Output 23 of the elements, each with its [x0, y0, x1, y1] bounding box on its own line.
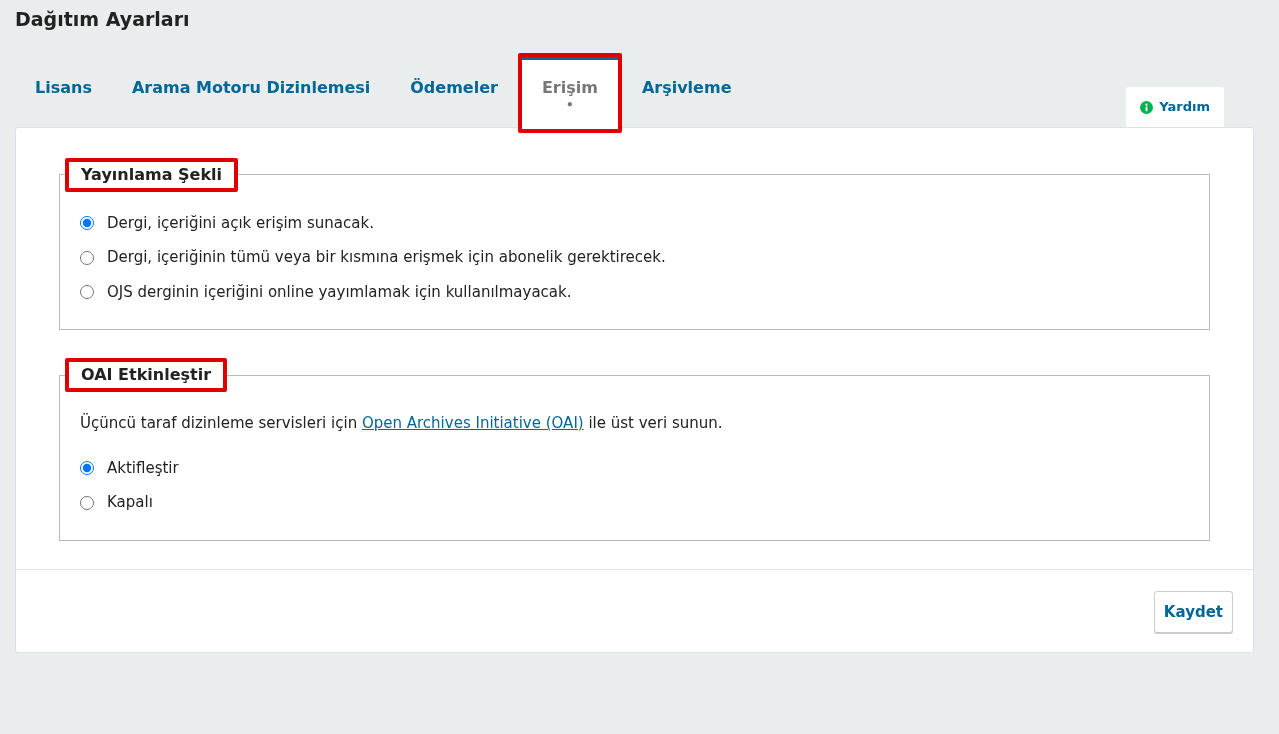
option-label: Aktifleştir — [107, 457, 179, 479]
info-icon — [1140, 100, 1154, 114]
tab[interactable]: Ödemeler — [390, 56, 518, 127]
tab[interactable]: Arama Motoru Dizinlemesi — [111, 56, 391, 127]
radio-button[interactable] — [80, 495, 94, 510]
tab[interactable]: Arşivleme — [621, 56, 752, 127]
section-legend: Yayınlama Şekli — [69, 161, 235, 188]
radio-button[interactable] — [80, 285, 94, 300]
oai-link[interactable]: Open Archives Initiative (OAI) — [361, 414, 584, 433]
page-title: Dağıtım Ayarları — [14, 7, 191, 31]
tab[interactable]: Lisans — [15, 56, 112, 127]
section-description: Üçüncü taraf dizinleme servisleri için Open Archives Initiative (OAI) ile üst veri sunun. — [80, 412, 724, 435]
option-label: Dergi, içeriğini açık erişim sunacak. — [107, 212, 374, 234]
option-label: Dergi, içeriğinin tümü veya bir kısmına erişmek için abonelik gerektirecek. — [107, 247, 666, 269]
option-label: OJS derginin içeriğini online yayımlamak için kullanılmayacak. — [107, 281, 572, 303]
radio-button[interactable] — [80, 250, 94, 265]
radio-button[interactable] — [80, 216, 94, 231]
tab[interactable]: Erişim • — [521, 56, 618, 129]
save-button[interactable]: Kaydet — [1153, 590, 1233, 634]
help-button[interactable]: Yardım — [1126, 87, 1224, 127]
option-label: Kapalı — [107, 492, 153, 514]
section-legend: OAI Etkinleştir — [69, 362, 224, 389]
radio-button[interactable] — [80, 461, 94, 476]
